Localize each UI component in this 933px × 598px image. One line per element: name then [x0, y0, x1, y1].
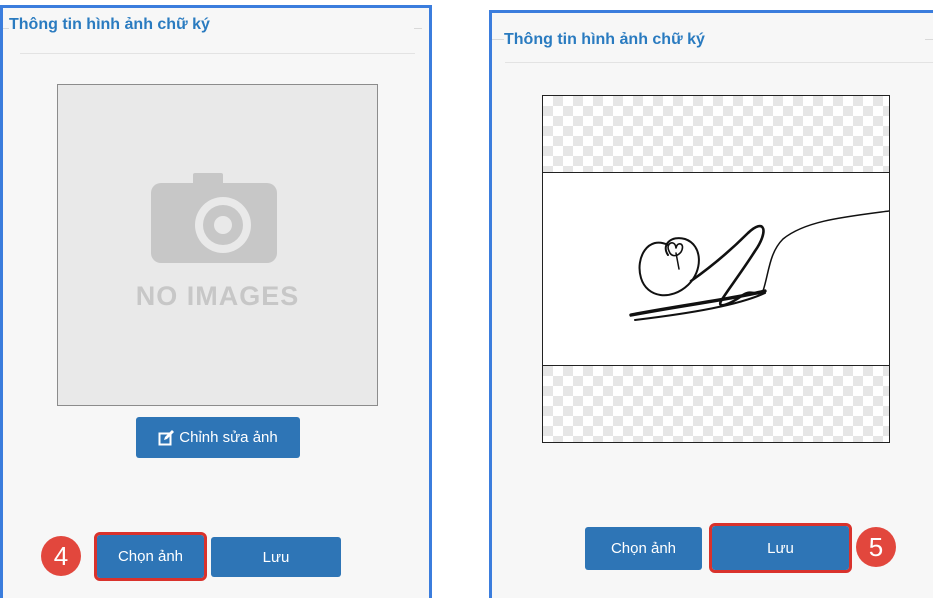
fieldset-divider — [505, 62, 933, 63]
save-button[interactable]: Lưu — [211, 537, 341, 577]
edit-image-button[interactable]: Chỉnh sửa ảnh — [136, 417, 300, 458]
choose-image-button[interactable]: Chọn ảnh — [94, 532, 207, 581]
right-panel-title: Thông tin hình ảnh chữ ký — [504, 31, 705, 48]
legend-line-right — [925, 39, 933, 40]
fieldset-divider — [20, 53, 415, 54]
save-button[interactable]: Lưu — [709, 523, 852, 573]
step-badge-4: 4 — [41, 536, 81, 576]
no-images-text: NO IMAGES — [135, 281, 300, 311]
edit-image-label: Chỉnh sửa ảnh — [179, 429, 278, 446]
camera-icon — [151, 173, 277, 263]
signature-image-placeholder: NO IMAGES — [57, 84, 378, 406]
signature-image — [629, 210, 889, 321]
legend-line-left — [492, 39, 504, 40]
signature-preview — [542, 95, 890, 443]
signature-canvas — [543, 172, 889, 366]
choose-image-button[interactable]: Chọn ảnh — [585, 527, 702, 570]
left-panel-title: Thông tin hình ảnh chữ ký — [9, 16, 210, 33]
edit-icon — [158, 429, 175, 445]
legend-line-right — [414, 28, 422, 29]
step-badge-5: 5 — [856, 527, 896, 567]
screenshot-stage: Thông tin hình ảnh chữ ký NO IMAGES Chỉn… — [0, 0, 933, 598]
